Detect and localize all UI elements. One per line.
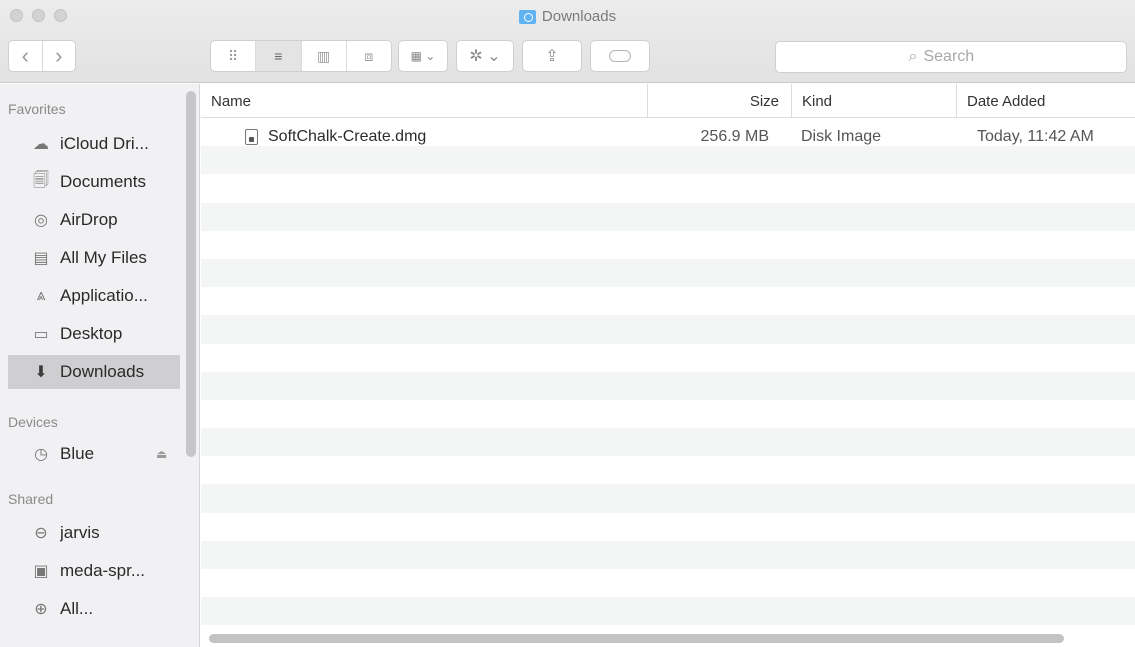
list-icon: ≡ bbox=[274, 48, 283, 64]
sidebar-item-documents[interactable]: 🗐 Documents bbox=[8, 165, 180, 199]
sidebar-item-downloads[interactable]: ⬇ Downloads bbox=[8, 355, 180, 389]
action-button[interactable]: ✲ ⌄ bbox=[456, 40, 514, 72]
row-stripes bbox=[201, 118, 1135, 626]
coverflow-view-button[interactable]: ⧈ bbox=[347, 41, 391, 71]
list-header: Name Size Kind Date Added bbox=[201, 84, 1135, 118]
sidebar-item-label: All My Files bbox=[60, 248, 147, 267]
window-title-text: Downloads bbox=[541, 8, 617, 25]
column-header-size[interactable]: Size bbox=[647, 84, 791, 118]
back-button[interactable]: ‹ bbox=[9, 41, 42, 71]
sidebar-item-all-shared[interactable]: ⊕ All... bbox=[8, 592, 180, 626]
airdrop-icon: ◎ bbox=[34, 212, 48, 229]
sidebar-item-airdrop[interactable]: ◎ AirDrop bbox=[8, 203, 180, 237]
disk-image-file-icon bbox=[245, 128, 258, 145]
favorites-section-title: Favorites bbox=[8, 101, 66, 117]
computer-icon: ▣ bbox=[33, 563, 49, 580]
applications-icon: ⩓ bbox=[36, 287, 46, 304]
sidebar: Favorites ☁ iCloud Dri... 🗐 Documents ◎ … bbox=[0, 84, 200, 647]
file-list: Name Size Kind Date Added SoftChalk-Crea… bbox=[201, 84, 1135, 647]
sidebar-item-label: Desktop bbox=[60, 324, 123, 343]
sidebar-item-label: jarvis bbox=[60, 523, 100, 542]
sidebar-item-meda-spr[interactable]: ▣ meda-spr... bbox=[8, 554, 180, 588]
sidebar-item-icloud-drive[interactable]: ☁ iCloud Dri... bbox=[8, 127, 180, 161]
sidebar-item-label: All... bbox=[60, 599, 94, 618]
file-kind: Disk Image bbox=[801, 127, 882, 145]
tag-icon bbox=[609, 50, 631, 62]
server-icon: ⊖ bbox=[34, 525, 48, 542]
sidebar-item-label: meda-spr... bbox=[60, 561, 146, 580]
sidebar-item-all-my-files[interactable]: ▤ All My Files bbox=[8, 241, 180, 275]
sidebar-item-label: Downloads bbox=[60, 362, 145, 381]
sidebar-item-applications[interactable]: ⩓ Applicatio... bbox=[8, 279, 180, 313]
sidebar-item-label: Blue bbox=[60, 444, 95, 463]
gear-icon: ✲ ⌄ bbox=[469, 48, 501, 65]
column-view-button[interactable]: ▥ bbox=[302, 41, 347, 71]
tags-button[interactable] bbox=[590, 40, 650, 72]
sidebar-item-jarvis[interactable]: ⊖ jarvis bbox=[8, 516, 180, 550]
share-button[interactable]: ⇪ bbox=[522, 40, 582, 72]
window-toolbar: Downloads ‹ › ⠿ ≡ ▥ ⧈ ▦ ⌄ ✲ ⌄ ⇪ ⌕ bbox=[0, 0, 1135, 83]
all-files-icon: ▤ bbox=[33, 250, 49, 267]
downloads-folder-icon bbox=[518, 9, 536, 24]
icon-view-button[interactable]: ⠿ bbox=[211, 41, 257, 71]
forward-button[interactable]: › bbox=[41, 41, 76, 71]
network-icon: ⊕ bbox=[34, 601, 48, 618]
list-view-button[interactable]: ≡ bbox=[256, 41, 302, 71]
sidebar-item-label: iCloud Dri... bbox=[60, 134, 149, 153]
time-machine-disk-icon: ◷ bbox=[34, 446, 48, 463]
column-header-kind[interactable]: Kind bbox=[791, 84, 956, 118]
sidebar-item-desktop[interactable]: ▭ Desktop bbox=[8, 317, 180, 351]
cloud-icon: ☁ bbox=[33, 136, 49, 153]
column-header-date-added[interactable]: Date Added bbox=[956, 84, 1135, 118]
search-icon: ⌕ bbox=[908, 48, 918, 65]
column-header-name[interactable]: Name bbox=[201, 84, 647, 118]
arrange-grid-icon: ▦ ⌄ bbox=[410, 49, 436, 63]
sidebar-item-label: Documents bbox=[60, 172, 146, 191]
window-title: Downloads bbox=[0, 8, 1135, 25]
search-field[interactable]: ⌕ bbox=[775, 41, 1127, 73]
file-date-added: Today, 11:42 AM bbox=[977, 127, 1094, 145]
file-name-cell: SoftChalk-Create.dmg bbox=[245, 118, 426, 155]
search-input[interactable] bbox=[923, 48, 994, 66]
arrange-button[interactable]: ▦ ⌄ bbox=[398, 40, 448, 72]
sidebar-scrollbar[interactable] bbox=[186, 91, 196, 457]
view-mode-buttons: ⠿ ≡ ▥ ⧈ bbox=[210, 40, 392, 72]
documents-icon: 🗐 bbox=[33, 171, 49, 189]
share-icon: ⇪ bbox=[545, 48, 559, 65]
file-name: SoftChalk-Create.dmg bbox=[268, 127, 427, 145]
icon-grid-icon: ⠿ bbox=[227, 47, 239, 64]
eject-icon[interactable]: ⏏ bbox=[156, 447, 167, 461]
file-size: 256.9 MB bbox=[700, 127, 769, 145]
desktop-icon: ▭ bbox=[33, 326, 49, 343]
shared-section-title: Shared bbox=[8, 491, 54, 507]
horizontal-scrollbar[interactable] bbox=[209, 634, 1064, 643]
downloads-icon: ⬇ bbox=[34, 364, 48, 381]
navigation-buttons: ‹ › bbox=[8, 40, 76, 72]
sidebar-item-label: AirDrop bbox=[60, 210, 118, 229]
table-row[interactable]: SoftChalk-Create.dmg 256.9 MB Disk Image… bbox=[201, 118, 1135, 155]
columns-icon: ▥ bbox=[317, 47, 331, 64]
sidebar-item-label: Applicatio... bbox=[60, 286, 148, 305]
chevron-left-icon: ‹ bbox=[21, 43, 29, 68]
devices-section-title: Devices bbox=[8, 414, 58, 430]
coverflow-icon: ⧈ bbox=[364, 47, 374, 64]
chevron-right-icon: › bbox=[55, 43, 63, 68]
sidebar-item-blue[interactable]: ◷ Blue bbox=[8, 437, 180, 471]
